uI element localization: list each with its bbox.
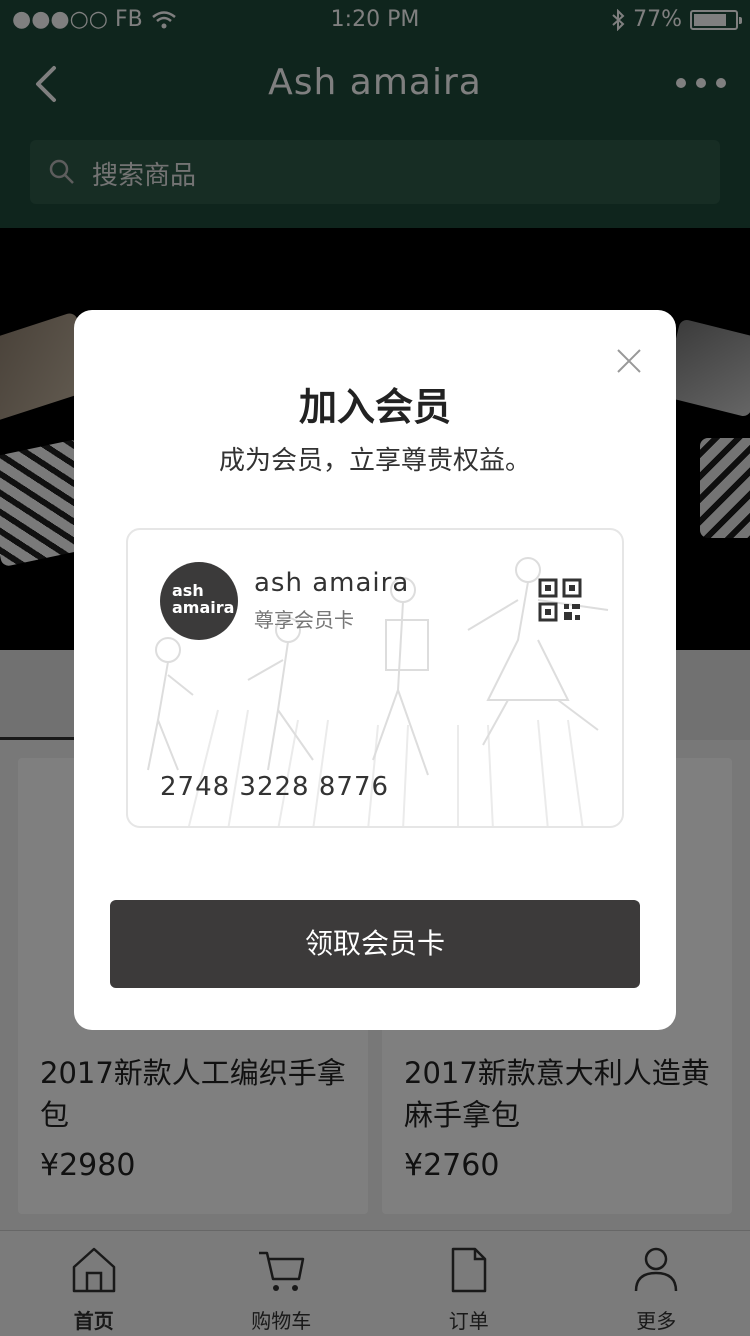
brand-logo-text: amaira: [172, 598, 235, 617]
card-type-label: 尊享会员卡: [254, 608, 354, 632]
membership-card: ash amaira ash amaira 尊享会员卡 2748 3228 87…: [126, 528, 624, 828]
card-brand-name: ash amaira: [254, 568, 410, 598]
card-number: 2748 3228 8776: [160, 772, 390, 802]
dialog-subtitle: 成为会员，立享尊贵权益。: [218, 446, 531, 476]
close-icon[interactable]: [616, 348, 642, 374]
brand-logo: ash amaira: [160, 562, 238, 640]
brand-logo-text: ash: [172, 581, 204, 600]
dialog-title: 加入会员: [298, 385, 451, 429]
qr-code-icon: [538, 578, 582, 622]
claim-card-button[interactable]: 领取会员卡: [110, 900, 640, 988]
membership-dialog: 加入会员 成为会员，立享尊贵权益。 ash amaira ash amaira …: [74, 310, 676, 1030]
